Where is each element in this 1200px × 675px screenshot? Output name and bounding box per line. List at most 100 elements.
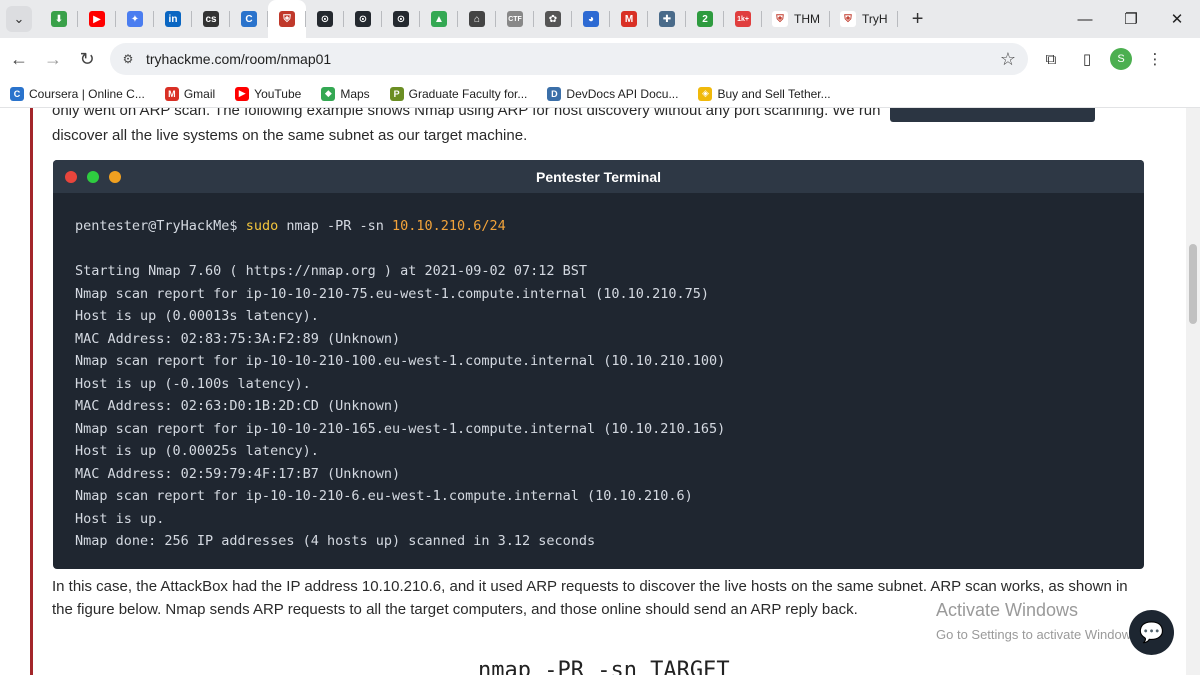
extensions-icon[interactable]: ⧉ — [1038, 46, 1064, 72]
back-button[interactable]: ← — [4, 44, 34, 74]
bookmark-item[interactable]: ◆ Maps — [311, 81, 379, 107]
terminal-output-line: Host is up (0.00025s latency). — [75, 443, 319, 459]
terminal-output-line: Nmap scan report for ip-10-10-210-100.eu… — [75, 353, 726, 369]
tab-label: TryH — [862, 12, 888, 26]
coursera-icon: C — [10, 86, 24, 101]
side-panel-icon[interactable]: ▯ — [1074, 46, 1100, 72]
pentester-terminal: Pentester Terminal pentester@TryHackMe$ … — [53, 160, 1144, 569]
arrow-right-icon: → — [44, 48, 62, 69]
bookmark-label: DevDocs API Docu... — [566, 86, 679, 101]
browser-tab[interactable]: CTF — [496, 0, 534, 38]
browser-tab[interactable]: ✦ — [116, 0, 154, 38]
window-controls: — ❐ ✕ — [1062, 0, 1200, 38]
target-ip: 10.10.210.6/24 — [392, 218, 506, 234]
address-bar[interactable]: ⚙ tryhackme.com/room/nmap01 ☆ — [110, 43, 1028, 75]
browser-tab[interactable]: ▶ — [78, 0, 116, 38]
tab-label: THM — [794, 12, 820, 26]
wide-tab-list: ⛨ THM ⛨ TryH — [762, 0, 898, 38]
activate-title: Activate Windows — [936, 600, 1079, 620]
bookmark-item[interactable]: M Gmail — [155, 81, 225, 107]
browser-tab[interactable]: 1k+ — [724, 0, 762, 38]
minimize-button[interactable]: — — [1062, 0, 1108, 38]
browser-tab[interactable]: ⛨ THM — [762, 0, 830, 38]
gmail-icon: M — [164, 86, 179, 101]
bookmark-label: Gmail — [183, 86, 216, 101]
paragraph-explanation: In this case, the AttackBox had the IP a… — [52, 578, 1128, 595]
bookmark-star-icon[interactable]: ☆ — [1000, 49, 1016, 70]
browser-tab[interactable]: ⛨ TryH — [830, 0, 898, 38]
terminal-output-line: Nmap scan report for ip-10-10-210-75.eu-… — [75, 285, 709, 302]
chat-button[interactable]: 💬 — [1129, 610, 1174, 655]
scrollbar-thumb[interactable] — [1189, 244, 1197, 324]
browser-tab[interactable]: cs — [192, 0, 230, 38]
command-args: nmap -PR -sn — [278, 218, 392, 234]
browser-tab[interactable]: in — [154, 0, 192, 38]
bookmark-label: Maps — [340, 86, 370, 101]
browser-tab[interactable]: ⊙ — [382, 0, 420, 38]
devdocs-icon: D — [547, 86, 562, 101]
terminal-output-line: Host is up. — [75, 510, 165, 527]
badge-2-icon: 2 — [697, 11, 713, 27]
forward-button[interactable]: → — [38, 44, 68, 74]
bookmark-label: Coursera | Online C... — [29, 86, 145, 101]
notifications-icon: 1k+ — [735, 11, 751, 27]
bookmark-label: Graduate Faculty for... — [408, 86, 528, 101]
menu-kebab-icon[interactable]: ⋮ — [1142, 46, 1168, 72]
reload-button[interactable]: ↻ — [72, 44, 102, 74]
terminal-output-line: Host is up (0.00013s latency). — [75, 308, 319, 324]
browser-tab[interactable]: ✿ — [534, 0, 572, 38]
chevron-down-icon: ⌄ — [13, 11, 25, 26]
puzzle-icon: ✚ — [659, 11, 675, 27]
browser-tab[interactable]: ⛨ — [268, 0, 306, 38]
close-window-button[interactable]: ✕ — [1154, 0, 1200, 38]
browser-tab[interactable]: ⊙ — [344, 0, 382, 38]
reload-icon: ↻ — [79, 48, 95, 69]
bookmark-item[interactable]: ◈ Buy and Sell Tether... — [688, 81, 840, 107]
inline-code-snippet — [890, 108, 1095, 122]
tab-strip: ⌄ ⬇ ▶ ✦ in cs C ⛨ ⊙ ⊙ ⊙ ▲ ⌂ CTF ✿ ◕ M ✚ 2 1k+ ⛨ THM ⛨ TryH + … — [0, 0, 1200, 38]
coursera-icon: C — [241, 11, 257, 27]
bookmarks-bar: C Coursera | Online C... M Gmail ▶ YouTube ◆ Ma… — [0, 80, 1200, 108]
paragraph-intro: discover all the live systems on the sam… — [52, 127, 528, 144]
terminal-output-line: Nmap scan report for ip-10-10-210-165.eu… — [75, 420, 726, 437]
bookmark-label: Buy and Sell Tether... — [717, 86, 831, 101]
tab-search-button[interactable]: ⌄ — [6, 6, 32, 32]
browser-tab[interactable]: ◕ — [572, 0, 610, 38]
url-text[interactable]: tryhackme.com/room/nmap01 — [146, 51, 331, 67]
minimize-dot-icon — [87, 171, 99, 183]
bookmark-item[interactable]: P Graduate Faculty for... — [380, 81, 538, 107]
page-scrollbar[interactable] — [1186, 108, 1200, 675]
bookmark-item[interactable]: D DevDocs API Docu... — [537, 81, 688, 107]
terminal-output-line: MAC Address: 02:63:D0:1B:2D:CD (Unknown) — [75, 398, 401, 414]
browser-tab[interactable]: ⌂ — [458, 0, 496, 38]
ctf-icon: CTF — [507, 11, 523, 27]
profile-avatar[interactable]: S — [1110, 48, 1132, 70]
close-dot-icon — [65, 171, 77, 183]
restore-button[interactable]: ❐ — [1108, 0, 1154, 38]
browser-tab[interactable]: C — [230, 0, 268, 38]
bookmark-label: YouTube — [254, 86, 302, 101]
linkedin-icon: in — [165, 11, 181, 27]
gmail-icon: M — [621, 11, 637, 27]
tryhackme-icon: ⛨ — [840, 11, 856, 27]
maps-icon: ◆ — [321, 86, 336, 101]
site-info-button[interactable]: ⚙ — [116, 47, 140, 71]
figure-code-caption: nmap -PR -sn TARGET — [478, 658, 730, 675]
command-line: pentester@TryHackMe$ sudo nmap -PR -sn 1… — [75, 215, 1144, 238]
browser-tab[interactable]: ⬇ — [40, 0, 78, 38]
prompt-text: pentester@TryHackMe$ — [75, 218, 238, 234]
browser-tab[interactable]: ✚ — [648, 0, 686, 38]
bookmark-item[interactable]: ▶ YouTube — [225, 81, 311, 107]
tryhackme-icon: ⛨ — [772, 11, 788, 27]
globe-icon: ◕ — [583, 11, 599, 27]
new-tab-button[interactable]: + — [906, 8, 930, 31]
graduate-icon: P — [389, 86, 404, 101]
browser-tab[interactable]: 2 — [686, 0, 724, 38]
bookmark-item[interactable]: C Coursera | Online C... — [0, 81, 155, 107]
browser-tab[interactable]: M — [610, 0, 648, 38]
terminal-output-line: Starting Nmap 7.60 ( https://nmap.org ) … — [75, 263, 588, 279]
browser-tab[interactable]: ⊙ — [306, 0, 344, 38]
youtube-icon: ▶ — [89, 11, 105, 27]
browser-tab[interactable]: ▲ — [420, 0, 458, 38]
download-icon: ⬇ — [51, 11, 67, 27]
